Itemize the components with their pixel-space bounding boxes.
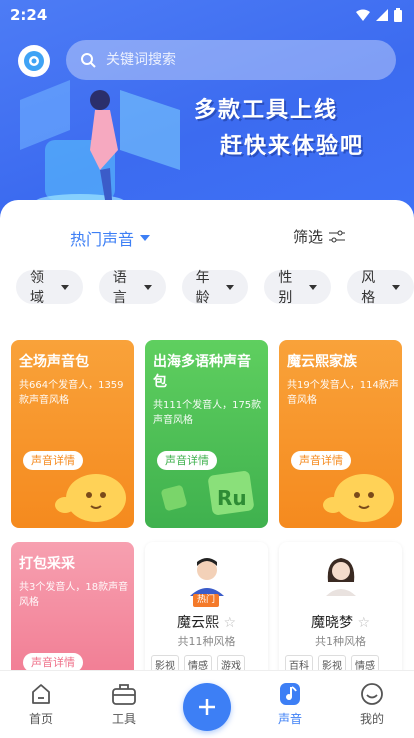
mascot-bubble-icon bbox=[323, 474, 394, 522]
multilingual-pack-card[interactable]: 出海多语种声音包 共111个发音人，175款声音风格 声音详情 Ru bbox=[145, 340, 268, 528]
music-note-icon bbox=[280, 683, 300, 705]
home-icon bbox=[32, 684, 50, 704]
voice-pack-card[interactable]: 全场声音包 共664个发音人，1359款声音风格 声音详情 bbox=[11, 340, 134, 528]
voice-actor-card[interactable]: 热门 魔云熙 ☆ 共11种风格 影视 情感 游戏 bbox=[145, 542, 268, 670]
caret-down-icon bbox=[309, 284, 318, 290]
filter-chips: 领域 语言 年龄 性别 风格 bbox=[16, 270, 414, 306]
search-icon bbox=[81, 53, 96, 68]
moyunxi-family-card[interactable]: 魔云熙家族 共19个发音人，114款声音风格 声音详情 bbox=[279, 340, 402, 528]
nav-voice[interactable]: 声音 bbox=[260, 681, 320, 727]
filter-button[interactable]: 筛选 bbox=[293, 226, 346, 247]
nav-tools[interactable]: 工具 bbox=[94, 681, 154, 727]
chip-age[interactable]: 年龄 bbox=[181, 270, 249, 306]
caret-down-icon bbox=[226, 284, 235, 290]
star-icon[interactable]: ☆ bbox=[357, 615, 370, 631]
plus-icon bbox=[199, 699, 215, 715]
status-bar: 2:24 bbox=[0, 0, 414, 30]
svg-text:Ru: Ru bbox=[217, 486, 247, 510]
tab-hot-voices[interactable]: 热门声音 bbox=[70, 226, 151, 250]
avatar bbox=[326, 558, 356, 596]
hero-banner[interactable]: 2:24 多款工具上线 赶快来体验吧 bbox=[0, 0, 414, 225]
chip-style[interactable]: 风格 bbox=[347, 270, 414, 306]
card-detail-button[interactable]: 声音详情 bbox=[23, 653, 83, 670]
actor-name: 魔晓梦 ☆ bbox=[310, 615, 370, 631]
star-icon[interactable]: ☆ bbox=[223, 615, 236, 631]
actor-meta: 共11种风格 bbox=[177, 635, 236, 648]
language-blocks-icon: Ru bbox=[161, 471, 254, 515]
hot-badge: 热门 bbox=[193, 594, 220, 607]
toolbox-icon bbox=[112, 684, 136, 705]
caret-down-icon bbox=[60, 284, 69, 290]
actor-tags: 影视 情感 游戏 bbox=[151, 655, 245, 670]
create-button[interactable] bbox=[183, 683, 231, 731]
actor-name: 魔云熙 ☆ bbox=[176, 615, 236, 631]
bottom-nav: 首页 工具 声音 我的 bbox=[0, 670, 414, 738]
caret-down-icon bbox=[391, 284, 400, 290]
mascot-bubble-icon bbox=[55, 474, 126, 522]
avatar bbox=[190, 558, 224, 596]
caret-down-icon bbox=[140, 235, 151, 241]
caret-down-icon bbox=[143, 284, 152, 290]
status-time: 2:24 bbox=[10, 6, 48, 24]
battery-icon bbox=[394, 8, 402, 22]
chip-domain[interactable]: 领域 bbox=[16, 270, 83, 306]
tab-bar: 热门声音 筛选 bbox=[0, 222, 414, 252]
chip-language[interactable]: 语言 bbox=[98, 270, 166, 306]
wifi-icon bbox=[356, 9, 370, 21]
bundle-card[interactable]: 打包采采 共3个发音人，18款声音风格 声音详情 bbox=[11, 542, 134, 670]
voice-actor-card[interactable]: 魔晓梦 ☆ 共1种风格 百科 影视 情感 bbox=[279, 542, 402, 670]
actor-meta: 共1种风格 bbox=[315, 635, 366, 648]
chip-gender[interactable]: 性别 bbox=[264, 270, 332, 306]
tab-hot-label: 热门声音 bbox=[70, 230, 135, 249]
signal-icon bbox=[376, 9, 388, 21]
status-icons bbox=[356, 8, 402, 22]
actor-tags: 百科 影视 情感 bbox=[285, 655, 379, 670]
nav-mine[interactable]: 我的 bbox=[342, 681, 402, 727]
main-panel: 热门声音 筛选 领域 语言 年龄 性别 风格 全场声音包 共664个发音人，13… bbox=[0, 200, 414, 670]
banner-line-1: 多款工具上线 bbox=[194, 98, 339, 123]
search-input[interactable] bbox=[104, 51, 368, 69]
filter-sliders-icon bbox=[329, 230, 346, 242]
nav-home[interactable]: 首页 bbox=[11, 681, 71, 727]
banner-line-2: 赶快来体验吧 bbox=[220, 134, 365, 159]
filter-label: 筛选 bbox=[293, 228, 324, 246]
smiley-icon bbox=[361, 683, 383, 705]
banner-illustration bbox=[20, 80, 180, 210]
